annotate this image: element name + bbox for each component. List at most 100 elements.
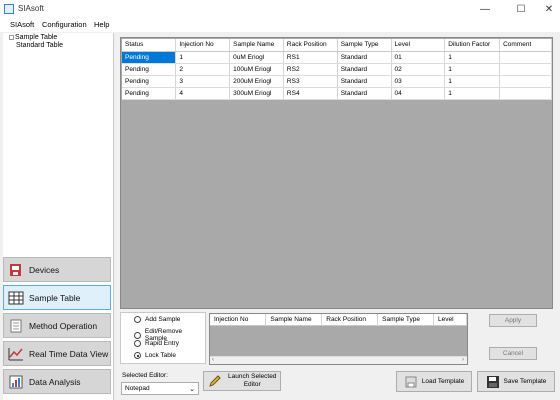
load-template-label: Load Template (421, 378, 465, 385)
table-cell[interactable]: 03 (391, 75, 446, 88)
column-header[interactable]: Dilution Factor (444, 39, 501, 52)
table-cell[interactable]: RS3 (283, 75, 338, 88)
table-cell[interactable]: RS1 (283, 51, 338, 64)
column-header[interactable]: Comment (499, 39, 552, 52)
table-cell[interactable] (499, 75, 552, 88)
column-header[interactable]: Injection No (175, 39, 231, 52)
radio-rapid-entry[interactable]: Rapid Entry (134, 340, 179, 347)
pencil-icon (209, 375, 221, 387)
table-cell[interactable]: 200uM Eriogl (229, 75, 284, 88)
table-cell[interactable]: 0uM Eriogl (229, 51, 284, 64)
column-header[interactable]: Status (122, 39, 177, 52)
selected-editor-label: Selected Editor: (122, 372, 168, 379)
table-cell[interactable]: 1 (444, 87, 501, 100)
column-header[interactable]: Rack Position (321, 314, 379, 326)
minimize-button[interactable]: — (470, 0, 500, 18)
table-row[interactable]: Pending 4 300uM Eriogl RS4 Standard 04 1 (122, 87, 552, 100)
nav-devices[interactable]: Devices (3, 257, 111, 282)
nav-real-time-data-view[interactable]: Real Time Data View (3, 341, 111, 366)
table-row[interactable]: Pending 3 200uM Eriogl RS3 Standard 03 1 (122, 75, 552, 88)
maximize-button[interactable]: ☐ (506, 0, 536, 18)
column-header[interactable]: Sample Type (337, 39, 392, 52)
table-cell[interactable]: 02 (391, 63, 446, 76)
table-cell[interactable]: Standard (337, 51, 392, 64)
tree-item-standard-table[interactable]: Standard Table (16, 42, 63, 49)
launch-editor-label-line1: Launch Selected (228, 373, 277, 380)
radio-on-icon (134, 352, 141, 359)
table-cell[interactable]: 1 (444, 75, 501, 88)
menu-siasoft[interactable]: SIAsoft (10, 20, 34, 29)
table-cell[interactable]: 100uM Eriogl (229, 63, 284, 76)
floppy-disk-icon (486, 375, 499, 388)
table-cell[interactable]: 2 (175, 63, 231, 76)
table-cell[interactable]: Standard (337, 63, 392, 76)
method-icon (10, 319, 22, 332)
table-cell[interactable]: 4 (175, 87, 231, 100)
table-cell[interactable]: Pending (122, 87, 177, 100)
scroll-left-icon[interactable]: ‹ (212, 357, 214, 363)
close-button[interactable]: ✕ (534, 0, 560, 18)
table-cell[interactable] (499, 63, 552, 76)
editor-select[interactable]: Notepad ⌄ (121, 382, 199, 395)
table-cell[interactable]: 04 (391, 87, 446, 100)
column-header[interactable]: Sample Name (229, 39, 284, 52)
nav-method-operation[interactable]: Method Operation (3, 313, 111, 338)
radio-label: Add Sample (145, 316, 181, 323)
table-cell[interactable] (499, 87, 552, 100)
table-cell[interactable]: 1 (444, 51, 501, 64)
launch-editor-label-line2: Editor (243, 381, 261, 388)
nav-real-time-data-view-label: Real Time Data View (29, 348, 109, 359)
load-template-button[interactable]: Load Template (396, 371, 472, 392)
table-row[interactable]: Pending 1 0uM Eriogl RS1 Standard 01 1 (122, 51, 552, 64)
table-cell[interactable]: Pending (122, 51, 177, 64)
apply-button[interactable]: Apply (489, 314, 537, 327)
launch-editor-button[interactable]: Launch Selected Editor (203, 371, 281, 391)
table-cell[interactable]: Standard (337, 75, 392, 88)
title-bar: SIAsoft — ☐ ✕ (0, 0, 560, 18)
table-cell[interactable]: Pending (122, 75, 177, 88)
nav-data-analysis[interactable]: Data Analysis (3, 369, 111, 394)
table-row[interactable]: Pending 2 100uM Eriogl RS2 Standard 02 1 (122, 63, 552, 76)
menu-bar: SIAsoft Configuration Help (0, 18, 560, 32)
table-cell[interactable]: 3 (175, 75, 231, 88)
app-icon (4, 4, 14, 14)
horizontal-scrollbar[interactable]: ‹ › (210, 356, 467, 364)
radio-add-sample[interactable]: Add Sample (134, 316, 180, 323)
table-icon (8, 291, 24, 304)
column-header[interactable]: Injection No (210, 314, 267, 326)
column-header[interactable]: Level (391, 39, 446, 52)
header-row: Injection No Sample Name Rack Position S… (210, 314, 467, 326)
table-cell[interactable]: Pending (122, 63, 177, 76)
table-cell[interactable] (499, 51, 552, 64)
header-row: Status Injection No Sample Name Rack Pos… (122, 39, 552, 52)
radio-lock-table[interactable]: Lock Table (134, 352, 176, 359)
table-cell[interactable]: RS4 (283, 87, 338, 100)
column-header[interactable]: Rack Position (283, 39, 338, 52)
radio-off-icon (134, 331, 141, 339)
save-template-button[interactable]: Save Template (477, 371, 555, 392)
tree-expander-icon[interactable] (9, 35, 14, 40)
table-cell[interactable]: RS2 (283, 63, 338, 76)
radio-label: Lock Table (145, 352, 176, 359)
tree-item-sample-table[interactable]: Sample Table (15, 34, 57, 41)
scroll-right-icon[interactable]: › (462, 357, 464, 363)
sample-table-grid[interactable]: Status Injection No Sample Name Rack Pos… (120, 37, 553, 309)
radio-off-icon (134, 316, 141, 323)
menu-help[interactable]: Help (94, 20, 109, 29)
table-cell[interactable]: 300uM Eriogl (229, 87, 284, 100)
column-header[interactable]: Sample Name (265, 314, 323, 326)
nav-sample-table[interactable]: Sample Table (3, 285, 111, 310)
table-cell[interactable]: 01 (391, 51, 446, 64)
window-title: SIAsoft (18, 4, 44, 13)
column-header[interactable]: Level (433, 314, 467, 326)
table-cell[interactable]: Standard (337, 87, 392, 100)
entry-grid[interactable]: Injection No Sample Name Rack Position S… (209, 313, 468, 365)
table-cell[interactable]: 1 (444, 63, 501, 76)
menu-configuration[interactable]: Configuration (42, 20, 87, 29)
chart-icon (8, 347, 23, 360)
column-header[interactable]: Sample Type (377, 314, 434, 326)
devices-icon (10, 263, 21, 276)
cancel-button[interactable]: Cancel (489, 347, 537, 360)
table-cell[interactable]: 1 (175, 51, 231, 64)
editor-select-value: Notepad (125, 385, 150, 392)
